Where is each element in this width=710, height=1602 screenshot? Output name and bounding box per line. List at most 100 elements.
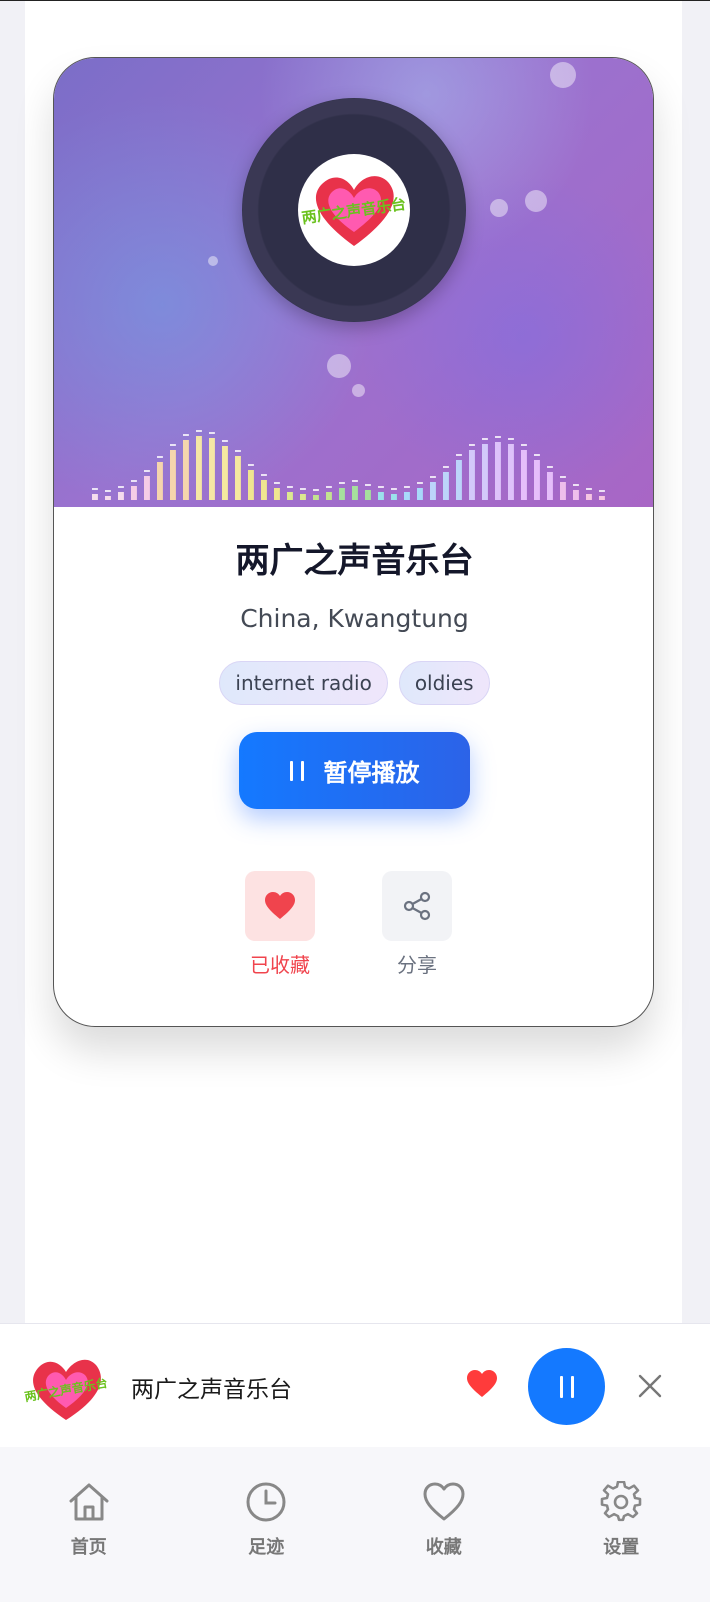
- equalizer-peak: [508, 438, 514, 440]
- tab-favorites-label: 收藏: [425, 1537, 462, 1558]
- equalizer-bar: [92, 494, 98, 500]
- equalizer-bar: [183, 440, 189, 500]
- equalizer-peak: [326, 486, 332, 488]
- tab-favorites[interactable]: 收藏: [384, 1447, 504, 1602]
- share-button[interactable]: [382, 871, 452, 941]
- equalizer-peak: [235, 450, 241, 452]
- equalizer-bar: [443, 472, 449, 500]
- equalizer-bar: [105, 496, 111, 500]
- tag-oldies[interactable]: oldies: [398, 661, 490, 705]
- mini-close-button[interactable]: [638, 1374, 662, 1402]
- pause-button-label: 暂停播放: [323, 759, 420, 787]
- tab-home-label: 首页: [70, 1537, 107, 1558]
- equalizer-peak: [196, 430, 202, 432]
- equalizer-peak: [495, 436, 501, 438]
- share-label: 分享: [397, 953, 437, 977]
- close-icon: [638, 1374, 662, 1398]
- equalizer-peak: [157, 456, 163, 458]
- equalizer-peak: [365, 484, 371, 486]
- equalizer-bar: [261, 480, 267, 500]
- equalizer-bar: [131, 486, 137, 500]
- bubble: [525, 190, 547, 212]
- equalizer-peak: [339, 482, 345, 484]
- equalizer-bar: [170, 450, 176, 500]
- clock-icon: [246, 1482, 286, 1522]
- tab-home[interactable]: 首页: [29, 1447, 149, 1602]
- mini-player[interactable]: 两广之声音乐台 两广之声音乐台: [0, 1323, 710, 1447]
- favorite-action[interactable]: 已收藏: [245, 871, 315, 978]
- equalizer: [92, 430, 605, 500]
- bubble: [352, 384, 365, 397]
- equalizer-bar: [521, 450, 527, 500]
- equalizer-bar: [313, 495, 319, 500]
- equalizer-peak: [599, 490, 605, 492]
- tab-settings[interactable]: 设置: [561, 1447, 681, 1602]
- station-logo: 两广之声音乐台: [298, 154, 410, 266]
- equalizer-bar: [326, 492, 332, 500]
- tab-history[interactable]: 足迹: [206, 1447, 326, 1602]
- equalizer-peak: [209, 432, 215, 434]
- equalizer-peak: [274, 482, 280, 484]
- favorite-button[interactable]: [245, 871, 315, 941]
- equalizer-bar: [417, 488, 423, 500]
- equalizer-bar: [222, 446, 228, 500]
- equalizer-bar: [352, 486, 358, 500]
- equalizer-peak: [222, 440, 228, 442]
- equalizer-peak: [391, 488, 397, 490]
- share-icon: [403, 891, 431, 921]
- equalizer-peak: [586, 488, 592, 490]
- equalizer-bar: [118, 492, 124, 500]
- bubble: [550, 62, 576, 88]
- equalizer-bar: [482, 444, 488, 500]
- equalizer-bar: [300, 494, 306, 500]
- equalizer-peak: [144, 470, 150, 472]
- equalizer-bar: [391, 494, 397, 500]
- equalizer-peak: [118, 486, 124, 488]
- mini-station-logo: 两广之声音乐台: [22, 1348, 110, 1424]
- equalizer-peak: [287, 486, 293, 488]
- equalizer-bar: [586, 494, 592, 500]
- equalizer-bar: [404, 492, 410, 500]
- equalizer-bar: [248, 470, 254, 500]
- equalizer-bar: [573, 490, 579, 500]
- gear-icon: [600, 1480, 642, 1522]
- pause-icon: [289, 760, 304, 781]
- favorite-label: 已收藏: [250, 953, 310, 977]
- share-action[interactable]: 分享: [382, 871, 452, 978]
- equalizer-bar: [196, 436, 202, 500]
- equalizer-bar: [378, 492, 384, 500]
- equalizer-peak: [404, 486, 410, 488]
- mini-favorite-button[interactable]: [466, 1370, 498, 1402]
- bubble: [490, 199, 508, 217]
- equalizer-bar: [469, 450, 475, 500]
- equalizer-peak: [300, 488, 306, 490]
- tag-internet-radio[interactable]: internet radio: [219, 661, 388, 705]
- equalizer-peak: [378, 486, 384, 488]
- equalizer-bar: [235, 456, 241, 500]
- equalizer-bar: [287, 492, 293, 500]
- equalizer-peak: [443, 466, 449, 468]
- tab-history-label: 足迹: [248, 1537, 285, 1558]
- equalizer-peak: [131, 480, 137, 482]
- equalizer-peak: [560, 476, 566, 478]
- equalizer-peak: [547, 466, 553, 468]
- equalizer-peak: [261, 474, 267, 476]
- equalizer-peak: [521, 444, 527, 446]
- equalizer-bar: [365, 490, 371, 500]
- pause-icon: [559, 1375, 574, 1398]
- mini-pause-button[interactable]: [528, 1348, 605, 1425]
- equalizer-bar: [547, 472, 553, 500]
- equalizer-bar: [560, 482, 566, 500]
- equalizer-peak: [456, 454, 462, 456]
- equalizer-peak: [105, 490, 111, 492]
- equalizer-peak: [248, 464, 254, 466]
- station-location: China, Kwangtung: [240, 604, 469, 633]
- pause-button[interactable]: 暂停播放: [239, 732, 470, 809]
- equalizer-peak: [170, 444, 176, 446]
- bubble: [327, 354, 351, 378]
- heart-icon: [423, 1482, 465, 1521]
- heart-filled-icon: [265, 892, 295, 919]
- equalizer-bar: [430, 482, 436, 500]
- station-card: 两广之声音乐台 两广之声音乐台 China, Kwangtung interne…: [53, 57, 654, 1027]
- equalizer-bar: [209, 438, 215, 500]
